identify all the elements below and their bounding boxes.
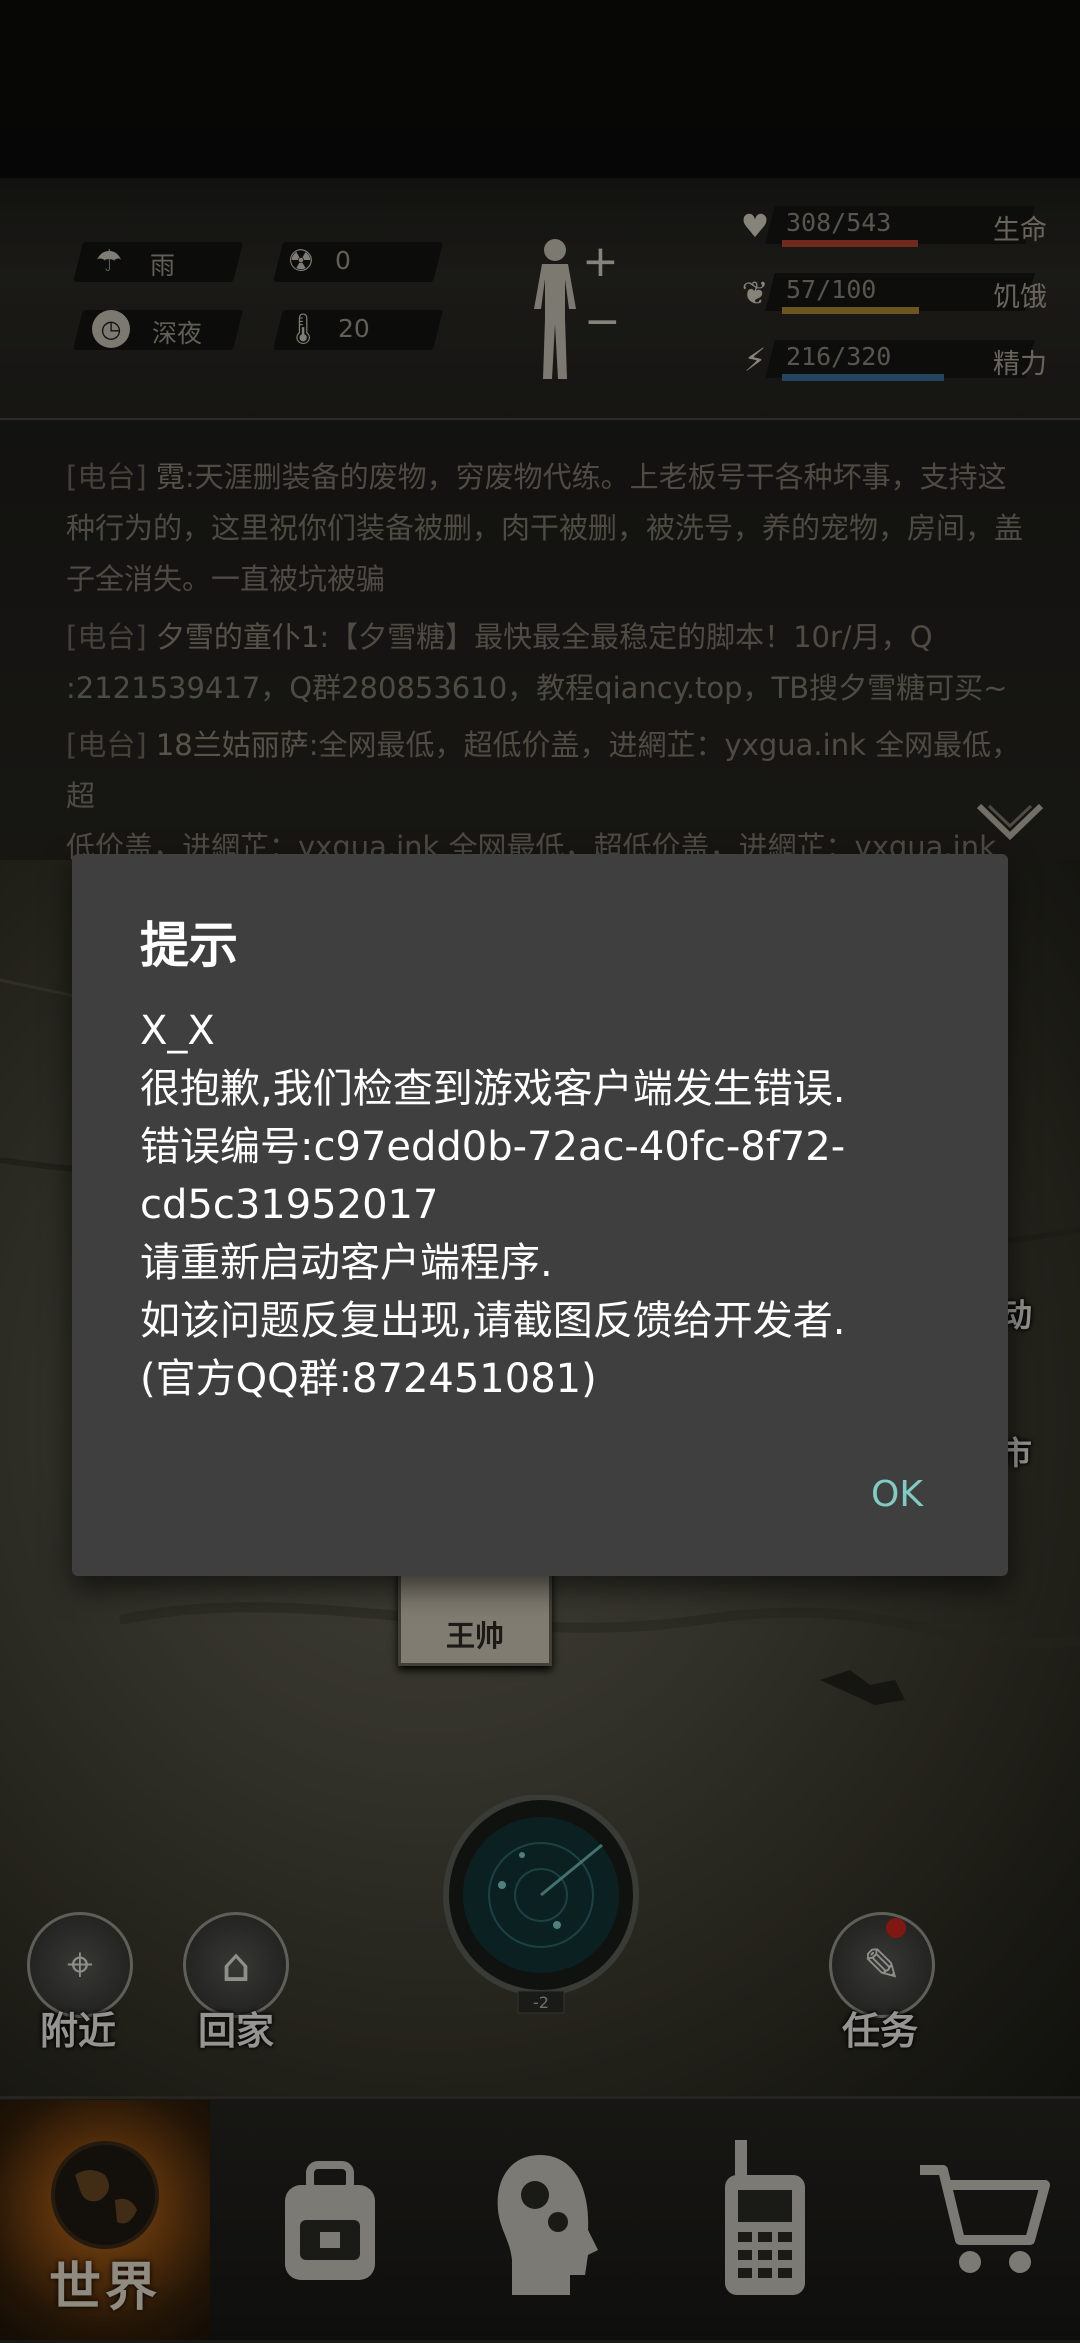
dialog-title: 提示 [140,917,239,974]
ok-button[interactable]: OK [832,1454,962,1534]
dialog-line: 请重新启动客户端程序. [140,1240,553,1286]
dialog-line: 错误编号:c97edd0b-72ac-40fc-8f72- [140,1124,846,1170]
dialog-line: cd5c31952017 [140,1182,439,1228]
dialog-message: X_X 很抱歉,我们检查到游戏客户端发生错误. 错误编号:c97edd0b-72… [140,1002,970,1408]
error-dialog: 提示 X_X 很抱歉,我们检查到游戏客户端发生错误. 错误编号:c97edd0b… [72,854,1008,1576]
dialog-line: (官方QQ群:872451081) [140,1356,597,1402]
dialog-line: 很抱歉,我们检查到游戏客户端发生错误. [140,1066,846,1112]
dialog-line: X_X [140,1008,215,1054]
dialog-line: 如该问题反复出现,请截图反馈给开发者. [140,1298,846,1344]
